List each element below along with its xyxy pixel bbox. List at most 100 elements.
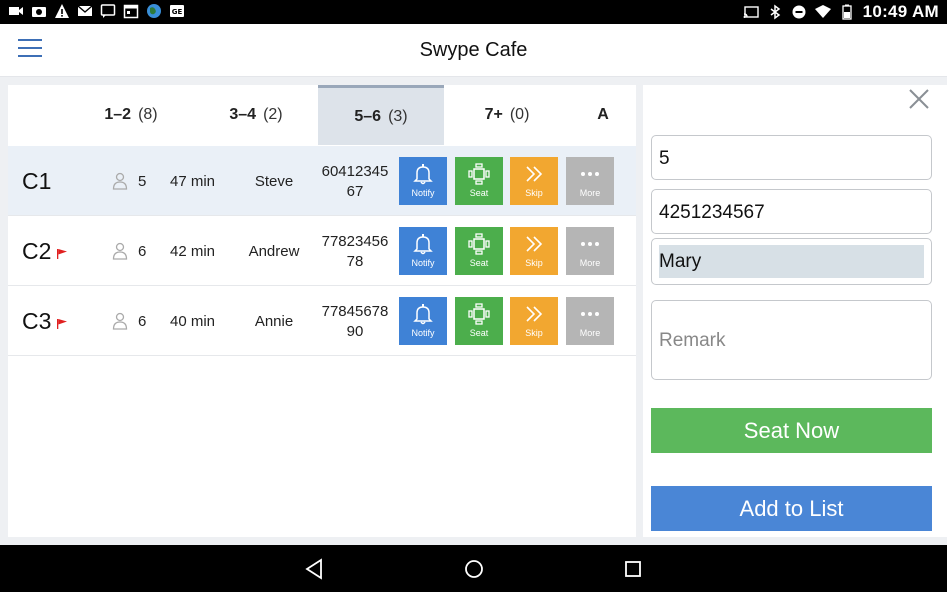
tab-7-plus[interactable]: 7+ (0) — [444, 85, 570, 145]
queue-row[interactable]: C1 5 47 min Steve 6041234567 Notify Seat… — [8, 146, 636, 216]
wait-time: 40 min — [170, 313, 216, 330]
skip-button[interactable]: Skip — [510, 297, 558, 345]
close-icon[interactable] — [907, 87, 931, 111]
seat-label: Seat — [469, 258, 489, 268]
dnd-icon — [792, 5, 806, 19]
app-title: Swype Cafe — [419, 39, 528, 61]
seat-button[interactable]: Seat — [455, 157, 503, 205]
flag-icon — [57, 249, 67, 259]
guest-phone: 7784567890 — [321, 303, 389, 340]
wait-time: 47 min — [170, 173, 216, 190]
party-size: 6 — [138, 313, 147, 330]
tab-count: (2) — [263, 106, 283, 123]
notify-label: Notify — [411, 328, 435, 338]
notify-button[interactable]: Notify — [399, 157, 447, 205]
home-icon[interactable] — [463, 558, 485, 580]
notify-button[interactable]: Notify — [399, 227, 447, 275]
guest-name: Steve — [254, 173, 294, 190]
notify-label: Notify — [411, 188, 435, 198]
more-button[interactable]: More — [566, 297, 614, 345]
skip-button[interactable]: Skip — [510, 227, 558, 275]
more-label: More — [579, 188, 601, 198]
seat-now-button[interactable]: Seat Now — [651, 408, 932, 453]
bluetooth-icon — [770, 4, 780, 20]
tab-5-6[interactable]: 5–6 (3) — [318, 85, 444, 145]
system-icons: 10:49 AM — [743, 0, 939, 24]
skip-button[interactable]: Skip — [510, 157, 558, 205]
tab-spacer — [8, 85, 68, 145]
more-dots-icon — [581, 312, 599, 316]
queue-list: C1 5 47 min Steve 6041234567 Notify Seat… — [8, 146, 636, 356]
tab-count: (3) — [388, 107, 408, 125]
more-button[interactable]: More — [566, 227, 614, 275]
queue-code: C3 — [22, 308, 52, 334]
guest-phone: 6041234567 — [321, 163, 389, 200]
globe-icon — [147, 4, 161, 18]
queue-code: C1 — [22, 168, 52, 194]
table-icon — [468, 163, 490, 185]
queue-row[interactable]: C3 6 40 min Annie 7784567890 Notify Seat… — [8, 286, 636, 356]
add-guest-panel: 5 4251234567 Mary Remark Seat Now Add to… — [643, 85, 947, 537]
table-icon — [468, 233, 490, 255]
tab-label: A — [597, 106, 609, 123]
bell-icon — [413, 234, 433, 255]
waitlist-panel: 1–2 (8) 3–4 (2) 5–6 (3) 7+ (0) A C1 5 47 min… — [8, 85, 636, 537]
queue-row[interactable]: C2 6 42 min Andrew 7782345678 Notify Sea… — [8, 216, 636, 286]
remark-field[interactable]: Remark — [651, 300, 932, 380]
status-bar: GE 10:49 AM — [0, 0, 947, 24]
person-icon — [112, 312, 128, 330]
tab-label: 5–6 — [354, 107, 382, 125]
recents-icon[interactable] — [622, 558, 644, 580]
svg-text:GE: GE — [172, 8, 183, 16]
tab-all[interactable]: A — [570, 85, 636, 145]
seat-button[interactable]: Seat — [455, 227, 503, 275]
guest-name: Andrew — [248, 243, 300, 260]
queue-code: C2 — [22, 238, 52, 264]
tab-label: 3–4 — [229, 106, 257, 123]
seat-button[interactable]: Seat — [455, 297, 503, 345]
party-size: 6 — [138, 243, 147, 260]
guest-name: Annie — [254, 313, 294, 330]
tab-label: 7+ — [484, 106, 503, 123]
more-label: More — [579, 258, 601, 268]
more-button[interactable]: More — [566, 157, 614, 205]
guest-phone: 7782345678 — [321, 233, 389, 270]
skip-label: Skip — [525, 258, 543, 268]
party-size-tabs: 1–2 (8) 3–4 (2) 5–6 (3) 7+ (0) A — [8, 85, 636, 145]
party-size: 5 — [138, 173, 147, 190]
cast-icon — [743, 6, 759, 18]
mail-icon — [77, 5, 93, 16]
person-icon — [112, 172, 128, 190]
ge-icon: GE — [170, 5, 184, 17]
back-icon[interactable] — [304, 558, 326, 580]
name-field[interactable]: Mary — [651, 238, 932, 285]
phone-field[interactable]: 4251234567 — [651, 189, 932, 234]
party-size-field[interactable]: 5 — [651, 135, 932, 180]
tab-label: 1–2 — [104, 106, 132, 123]
tab-1-2[interactable]: 1–2 (8) — [68, 85, 194, 145]
tab-count: (8) — [138, 106, 158, 123]
wait-time: 42 min — [170, 243, 216, 260]
flag-icon — [57, 319, 67, 329]
battery-icon — [841, 4, 852, 20]
skip-label: Skip — [525, 328, 543, 338]
double-chevron-icon — [526, 306, 543, 322]
bell-icon — [413, 304, 433, 325]
table-icon — [468, 303, 490, 325]
bell-icon — [413, 164, 433, 185]
add-to-list-button[interactable]: Add to List — [651, 486, 932, 531]
double-chevron-icon — [526, 166, 543, 182]
seat-label: Seat — [469, 328, 489, 338]
calendar-icon — [123, 4, 139, 19]
video-icon — [9, 7, 23, 15]
navigation-bar — [0, 545, 947, 592]
skip-label: Skip — [525, 188, 543, 198]
chat-icon — [100, 4, 116, 18]
notification-icons: GE — [8, 3, 185, 19]
notify-button[interactable]: Notify — [399, 297, 447, 345]
person-icon — [112, 242, 128, 260]
double-chevron-icon — [526, 236, 543, 252]
tab-count: (0) — [509, 106, 530, 123]
tab-3-4[interactable]: 3–4 (2) — [194, 85, 318, 145]
camera-icon — [32, 7, 46, 17]
